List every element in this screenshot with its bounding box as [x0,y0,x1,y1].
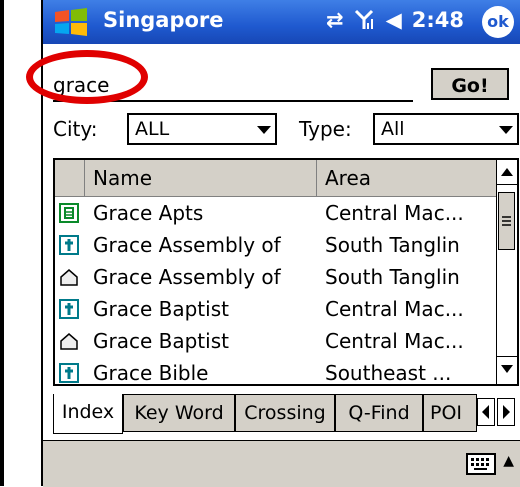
tab-scroll-right-button[interactable] [497,398,515,426]
cell-name: Grace Assembly of [93,233,281,257]
table-row[interactable]: Grace Baptist Central Mac... [55,326,499,358]
type-select-value: All [381,118,405,140]
ok-button[interactable]: ok [482,6,514,38]
scroll-down-button[interactable] [497,356,517,381]
table-row[interactable]: Grace Bible Southeast ... [55,358,499,385]
windows-start-icon[interactable] [51,6,91,38]
annotation-highlight-ring [26,50,148,104]
building-icon [59,203,79,223]
arrow-up-icon [501,168,513,176]
cell-area: Central Mac... [325,329,464,353]
tab-key-word[interactable]: Key Word [123,394,235,432]
arrow-left-icon [482,405,489,419]
vertical-scrollbar[interactable] [496,160,517,384]
icon-column-header[interactable] [55,160,85,196]
type-label: Type: [299,117,352,141]
chevron-down-icon [257,126,271,134]
table-row[interactable]: Grace Baptist Central Mac... [55,294,499,326]
status-icons: ⇄ ◀︎ 2:48 [326,8,464,32]
house-outline-icon [59,267,79,287]
church-cross-icon [59,363,79,383]
cell-name: Grace Assembly of [93,265,281,289]
app-title: Singapore [103,8,224,32]
column-header-name[interactable]: Name [85,160,317,196]
city-select-value: ALL [135,118,170,140]
input-menu-arrow-icon[interactable]: ▲ [503,453,514,469]
cell-area: Central Mac... [325,297,464,321]
menu-bar: ▲ [43,440,520,487]
arrow-down-icon [501,365,513,373]
church-cross-icon [59,235,79,255]
signal-icon[interactable] [354,9,376,31]
tab-poi[interactable]: POI [423,394,477,432]
table-row[interactable]: Grace Apts Central Mac... [55,198,499,230]
tab-q-find[interactable]: Q-Find [335,394,423,432]
church-cross-icon [59,299,79,319]
pocketpc-screen: Singapore ⇄ ◀︎ 2:48 ok Go! City: ALL Typ… [26,0,520,487]
cell-area: Southeast ... [325,361,452,385]
clock-time[interactable]: 2:48 [412,8,464,32]
chevron-down-icon [499,126,513,134]
results-table[interactable]: Name Area Grace Apts Central Mac... Grace … [53,158,519,386]
cell-area: South Tanglin [325,233,460,257]
cell-name: Grace Baptist [93,297,229,321]
cell-name: Grace Apts [93,201,204,225]
table-row[interactable]: Grace Assembly of South Tanglin [55,262,499,294]
column-header-area[interactable]: Area [317,160,499,196]
cell-area: South Tanglin [325,265,460,289]
keyboard-icon[interactable] [466,453,496,475]
city-label: City: [53,117,98,141]
cell-area: Central Mac... [325,201,464,225]
cell-name: Grace Bible [93,361,209,385]
left-border [0,0,4,486]
scroll-thumb[interactable] [498,192,515,250]
city-select[interactable]: ALL [127,113,277,145]
grip-icon [502,216,511,226]
arrow-right-icon [503,405,510,419]
table-header: Name Area [55,160,499,197]
cell-name: Grace Baptist [93,329,229,353]
tab-crossing[interactable]: Crossing [235,394,335,432]
screen: Singapore ⇄ ◀︎ 2:48 ok Go! City: ALL Typ… [0,0,520,487]
tab-index[interactable]: Index [53,394,123,434]
scroll-up-button[interactable] [497,160,517,185]
table-row[interactable]: Grace Assembly of South Tanglin [55,230,499,262]
title-bar: Singapore ⇄ ◀︎ 2:48 ok [43,0,520,44]
speaker-icon[interactable]: ◀︎ [386,8,402,32]
sync-arrows-icon[interactable]: ⇄ [326,8,344,32]
go-button[interactable]: Go! [431,68,509,100]
tab-scroll-left-button[interactable] [477,398,495,426]
type-select[interactable]: All [373,113,519,145]
house-outline-icon [59,331,79,351]
keyboard-keys-icon [471,458,489,470]
